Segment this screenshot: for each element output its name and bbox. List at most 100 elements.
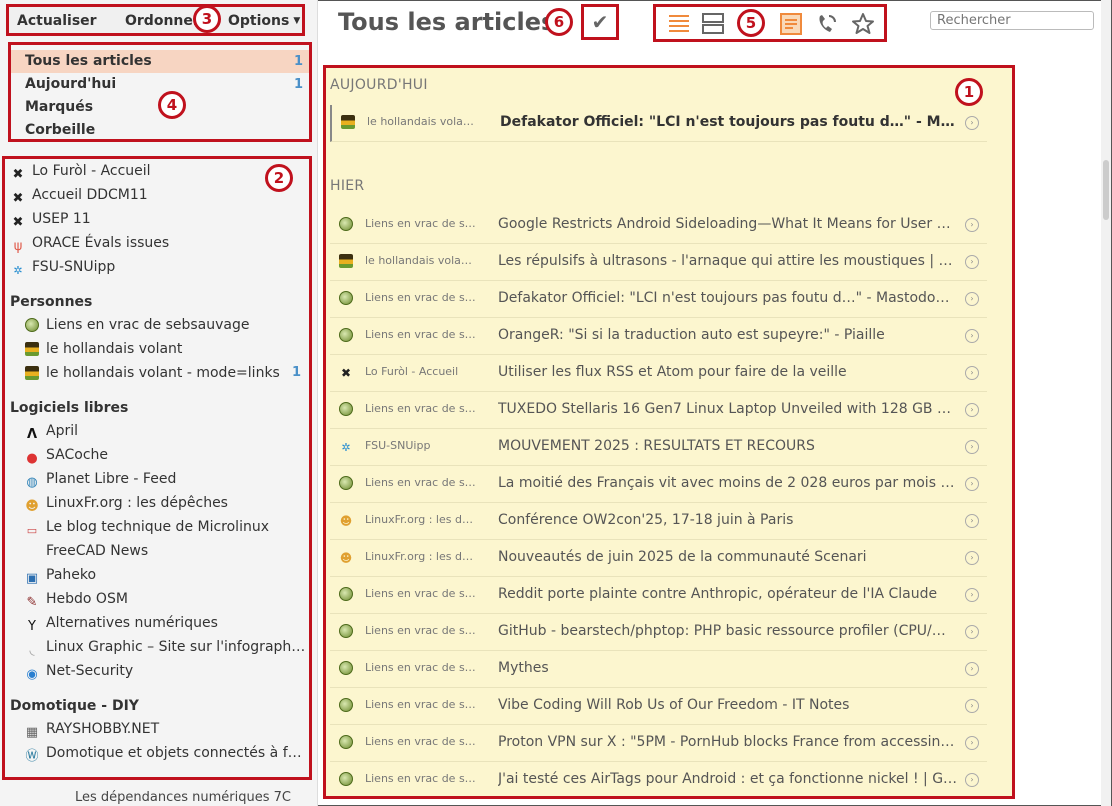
article-source: FSU-SNUipp xyxy=(365,439,431,452)
options-dropdown[interactable]: Options ▼ xyxy=(228,13,300,29)
scrollbar-thumb[interactable] xyxy=(1103,160,1109,220)
open-link-icon[interactable]: › xyxy=(965,625,979,639)
feed-item[interactable]: ◍ Planet Libre - Feed xyxy=(5,467,309,491)
article-title[interactable]: TUXEDO Stellaris 16 Gen7 Linux Laptop Un… xyxy=(498,401,958,417)
article-row[interactable]: ☻ LinuxFr.org : les d… Conférence OW2con'2… xyxy=(330,503,987,540)
feed-item[interactable]: Liens en vrac de sebsauvage xyxy=(5,313,309,337)
wordpress-icon: Ⓦ xyxy=(25,749,39,764)
article-row[interactable]: Liens en vrac de s… OrangeR: "Si si la tr… xyxy=(330,318,987,355)
global-view-icon[interactable] xyxy=(700,11,726,37)
article-row[interactable]: Liens en vrac de s… TUXEDO Stellaris 16 G… xyxy=(330,392,987,429)
open-link-icon[interactable]: › xyxy=(965,514,979,528)
article-row[interactable]: Liens en vrac de s… GitHub - bearstech/ph… xyxy=(330,614,987,651)
open-link-icon[interactable]: › xyxy=(965,292,979,306)
article-title[interactable]: Nouveautés de juin 2025 de la communauté… xyxy=(498,549,958,565)
feed-label: Net-Security xyxy=(46,663,134,679)
open-link-icon[interactable]: › xyxy=(965,329,979,343)
main-link-today[interactable]: Aujourd'hui 1 xyxy=(11,73,309,96)
open-link-icon[interactable]: › xyxy=(965,403,979,417)
article-row[interactable]: Liens en vrac de s… Vibe Coding Will Rob … xyxy=(330,688,987,725)
feed-item[interactable]: ◉ Net-Security xyxy=(5,659,309,683)
category-header[interactable]: Domotique - DIY xyxy=(5,683,309,717)
article-title[interactable]: Conférence OW2con'25, 17-18 juin à Paris xyxy=(498,512,958,528)
article-title[interactable]: OrangeR: "Si si la traduction auto est s… xyxy=(498,327,958,343)
article-row[interactable]: ✖ Lo Furòl - Accueil Utiliser les flux RSS… xyxy=(330,355,987,392)
article-title[interactable]: J'ai testé ces AirTags pour Android : et… xyxy=(498,771,958,787)
scrollbar[interactable] xyxy=(1101,0,1111,806)
git-icon: ψ xyxy=(13,239,23,254)
open-link-icon[interactable]: › xyxy=(965,440,979,454)
main-link-all[interactable]: Tous les articles 1 xyxy=(11,50,309,73)
open-link-icon[interactable]: › xyxy=(965,588,979,602)
feed-item[interactable]: Y Alternatives numériques xyxy=(5,611,309,635)
article-title[interactable]: MOUVEMENT 2025 : RESULTATS ET RECOURS xyxy=(498,438,958,454)
reader-view-icon[interactable] xyxy=(778,11,804,37)
article-title[interactable]: La moitié des Français vit avec moins de… xyxy=(498,475,958,491)
open-link-icon[interactable]: › xyxy=(965,477,979,491)
open-link-icon[interactable]: › xyxy=(965,255,979,269)
feed-item[interactable]: ✖ USEP 11 xyxy=(5,207,309,231)
search-input[interactable] xyxy=(930,11,1094,30)
article-source: Liens en vrac de s… xyxy=(365,476,476,489)
green-circle-icon xyxy=(338,735,354,751)
mark-all-read-button[interactable]: ✔ xyxy=(581,4,619,40)
feed-label: Planet Libre - Feed xyxy=(46,471,177,487)
open-link-icon[interactable]: › xyxy=(965,662,979,676)
feed-item[interactable]: ▣ Paheko xyxy=(5,563,309,587)
category-header[interactable]: Logiciels libres xyxy=(5,385,309,419)
article-title[interactable]: Les répulsifs à ultrasons - l'arnaque qu… xyxy=(498,253,958,269)
article-row[interactable]: le hollandais vola… Les répulsifs à ultra… xyxy=(330,244,987,281)
feed-item[interactable]: ✎ Hebdo OSM xyxy=(5,587,309,611)
feed-item[interactable]: Ⓦ Domotique et objets connectés à f… xyxy=(5,741,309,765)
feed-item[interactable]: ◟ Linux Graphic – Site sur l'infograph… xyxy=(5,635,309,659)
article-row[interactable]: ☻ LinuxFr.org : les d… Nouveautés de juin … xyxy=(330,540,987,577)
article-row[interactable]: Liens en vrac de s… Reddit porte plainte … xyxy=(330,577,987,614)
open-link-icon[interactable]: › xyxy=(965,699,979,713)
feed-item[interactable]: FreeCAD News xyxy=(5,539,309,563)
article-title[interactable]: Mythes xyxy=(498,660,958,676)
article-row[interactable]: Liens en vrac de s… La moitié des Françai… xyxy=(330,466,987,503)
open-link-icon[interactable]: › xyxy=(965,218,979,232)
feed-item[interactable]: le hollandais volant xyxy=(5,337,309,361)
star-icon[interactable] xyxy=(850,11,876,37)
feed-item[interactable]: ▭ Le blog technique de Microlinux xyxy=(5,515,309,539)
article-title[interactable]: Google Restricts Android Sideloading—Wha… xyxy=(498,216,958,232)
refresh-button[interactable]: Actualiser xyxy=(17,13,97,29)
article-title[interactable]: Vibe Coding Will Rob Us of Our Freedom -… xyxy=(498,697,958,713)
article-row[interactable]: Liens en vrac de s… Google Restricts Andr… xyxy=(330,207,987,244)
open-link-icon[interactable]: › xyxy=(965,366,979,380)
article-title[interactable]: Utiliser les flux RSS et Atom pour faire… xyxy=(498,364,958,380)
category-header[interactable]: Personnes xyxy=(5,279,309,313)
feed-item[interactable]: ☻ LinuxFr.org : les dépêches xyxy=(5,491,309,515)
open-link-icon[interactable]: › xyxy=(965,736,979,750)
feed-label: FreeCAD News xyxy=(46,543,149,559)
article-title[interactable]: Defakator Officiel: "LCI n'est toujours … xyxy=(498,290,958,306)
badge-4: 4 xyxy=(158,91,186,119)
article-row[interactable]: Liens en vrac de s… Defakator Officiel: "… xyxy=(330,281,987,318)
article-row[interactable]: Liens en vrac de s… Proton VPN sur X : "5… xyxy=(330,725,987,762)
feed-item[interactable]: ✲ FSU-SNUipp xyxy=(5,255,309,279)
feed-item[interactable]: ● SACoche xyxy=(5,443,309,467)
feed-item[interactable]: ▦ RAYSHOBBY.NET xyxy=(5,717,309,741)
normal-view-icon[interactable] xyxy=(666,11,692,37)
feed-item[interactable]: ✖ Lo Furòl - Accueil xyxy=(5,159,309,183)
article-title[interactable]: Proton VPN sur X : "5PM - PornHub blocks… xyxy=(498,734,958,750)
open-link-icon[interactable]: › xyxy=(965,551,979,565)
doll-icon xyxy=(340,115,356,131)
article-row[interactable]: Liens en vrac de s… Mythes › xyxy=(330,651,987,688)
article-title[interactable]: Reddit porte plainte contre Anthropic, o… xyxy=(498,586,958,602)
feed-item[interactable]: Ʌ April xyxy=(5,419,309,443)
order-button[interactable]: Ordonner xyxy=(125,13,200,29)
article-row[interactable]: le hollandais vola… Defakator Officiel: "… xyxy=(330,105,987,142)
feed-item[interactable]: ✖ Accueil DDCM11 xyxy=(5,183,309,207)
open-link-icon[interactable]: › xyxy=(965,116,979,130)
share-icon[interactable] xyxy=(814,11,840,37)
article-row[interactable]: Liens en vrac de s… J'ai testé ces AirTag… xyxy=(330,762,987,796)
article-title[interactable]: Defakator Officiel: "LCI n'est toujours … xyxy=(500,114,960,130)
feed-item[interactable]: le hollandais volant - mode=links 1 xyxy=(5,361,309,385)
feed-item[interactable]: ψ ORACE Évals issues xyxy=(5,231,309,255)
article-title[interactable]: GitHub - bearstech/phptop: PHP basic res… xyxy=(498,623,958,639)
article-row[interactable]: ✲ FSU-SNUipp MOUVEMENT 2025 : RESULTATS ET… xyxy=(330,429,987,466)
open-link-icon[interactable]: › xyxy=(965,773,979,787)
main-link-trash[interactable]: Corbeille xyxy=(11,119,309,142)
